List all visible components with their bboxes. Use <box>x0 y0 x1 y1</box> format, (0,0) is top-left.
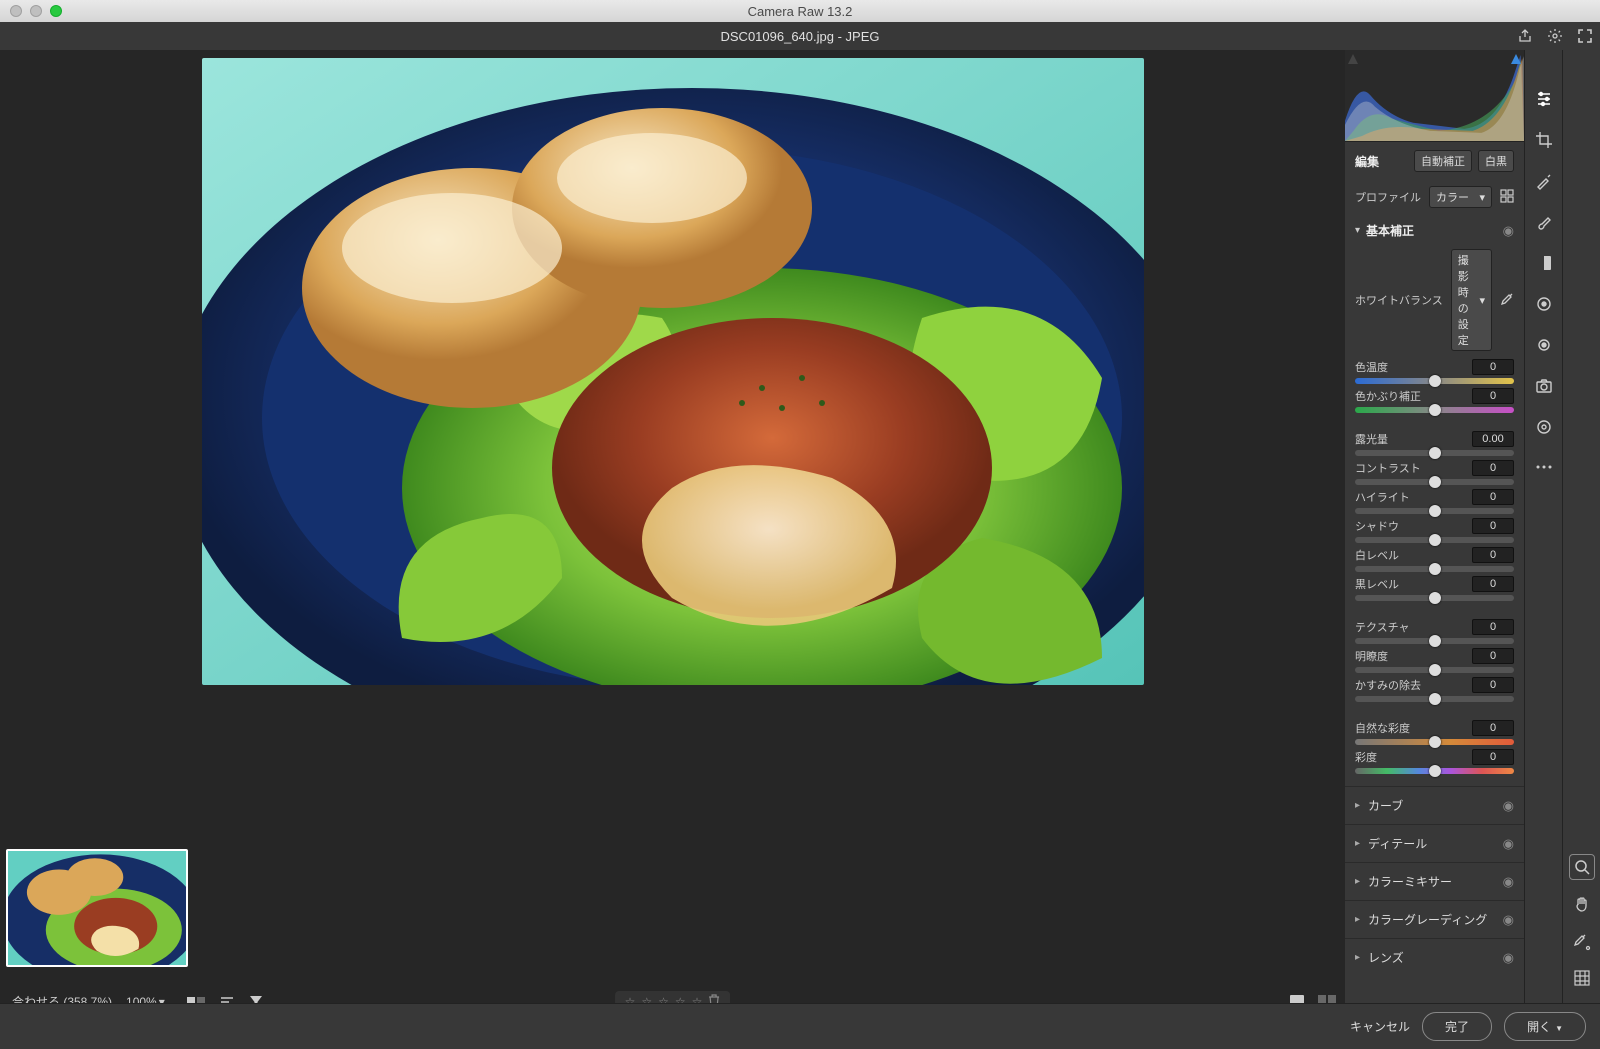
slider-thumb[interactable] <box>1429 534 1441 546</box>
image-viewer[interactable] <box>0 50 1345 841</box>
auto-button[interactable]: 自動補正 <box>1414 150 1472 172</box>
tool-strip-left <box>1524 50 1562 1049</box>
document-header: DSC01096_640.jpg - JPEG <box>0 22 1600 50</box>
grid-icon[interactable] <box>1574 970 1590 989</box>
visibility-icon[interactable]: ◉ <box>1503 798 1514 814</box>
slider-thumb[interactable] <box>1429 476 1441 488</box>
mono-button[interactable]: 白黒 <box>1478 150 1514 172</box>
redeye-icon[interactable] <box>1535 336 1553 357</box>
edit-panel: 編集 自動補正 白黒 プロファイル カラー ▾ ▾ 基本補正 ◉ <box>1345 50 1524 1049</box>
chevron-right-icon: ▸ <box>1355 876 1360 887</box>
slider-thumb[interactable] <box>1429 404 1441 416</box>
fullscreen-icon[interactable] <box>1576 27 1594 45</box>
profile-select[interactable]: カラー ▾ <box>1429 186 1492 208</box>
chevron-down-icon: ▾ <box>1479 191 1485 204</box>
detail-accordion[interactable]: ▸ディテール◉ <box>1345 824 1524 862</box>
chevron-down-icon: ▼ <box>1555 1024 1563 1033</box>
gradient-icon[interactable] <box>1535 254 1553 275</box>
edit-sliders-icon[interactable] <box>1535 90 1553 111</box>
color-mixer-accordion[interactable]: ▸カラーミキサー◉ <box>1345 862 1524 900</box>
profile-label: プロファイル <box>1355 189 1421 205</box>
exposure-slider[interactable]: 露光量0.00 <box>1355 431 1514 456</box>
dehaze-slider[interactable]: かすみの除去0 <box>1355 677 1514 702</box>
lens-accordion[interactable]: ▸レンズ◉ <box>1345 938 1524 976</box>
thumbnail-selected[interactable] <box>6 849 188 967</box>
zoom-tool-icon[interactable] <box>1569 854 1595 880</box>
main-photo <box>202 58 1144 685</box>
wb-value: 撮影時の設定 <box>1458 252 1480 348</box>
chevron-right-icon: ▸ <box>1355 800 1360 811</box>
mac-titlebar: Camera Raw 13.2 <box>0 0 1600 22</box>
color-sampler-icon[interactable] <box>1573 933 1591 954</box>
wb-select[interactable]: 撮影時の設定 ▾ <box>1451 249 1492 351</box>
color-grading-accordion[interactable]: ▸カラーグレーディング◉ <box>1345 900 1524 938</box>
hand-tool-icon[interactable] <box>1573 896 1591 917</box>
visibility-icon[interactable]: ◉ <box>1503 950 1514 966</box>
export-icon[interactable] <box>1516 27 1534 45</box>
edit-label: 編集 <box>1355 153 1379 170</box>
filmstrip <box>0 841 1345 981</box>
highlights-slider[interactable]: ハイライト0 <box>1355 489 1514 514</box>
profile-browser-icon[interactable] <box>1500 189 1514 206</box>
shadows-slider[interactable]: シャドウ0 <box>1355 518 1514 543</box>
slider-thumb[interactable] <box>1429 447 1441 459</box>
slider-thumb[interactable] <box>1429 664 1441 676</box>
chevron-down-icon: ▾ <box>1479 294 1485 307</box>
chevron-right-icon: ▸ <box>1355 914 1360 925</box>
gear-icon[interactable] <box>1546 27 1564 45</box>
histogram[interactable] <box>1345 50 1524 142</box>
slider-thumb[interactable] <box>1429 375 1441 387</box>
temperature-slider[interactable]: 色温度0 <box>1355 359 1514 384</box>
slider-thumb[interactable] <box>1429 505 1441 517</box>
tool-strip-right <box>1562 50 1600 1049</box>
curve-accordion[interactable]: ▸カーブ◉ <box>1345 786 1524 824</box>
whites-slider[interactable]: 白レベル0 <box>1355 547 1514 572</box>
slider-thumb[interactable] <box>1429 765 1441 777</box>
eyedropper-icon[interactable] <box>1500 292 1514 309</box>
slider-thumb[interactable] <box>1429 592 1441 604</box>
footer-bar: キャンセル 完了 開く▼ <box>0 1003 1600 1049</box>
wb-label: ホワイトバランス <box>1355 292 1443 308</box>
profile-value: カラー <box>1436 189 1469 205</box>
slider-thumb[interactable] <box>1429 693 1441 705</box>
contrast-slider[interactable]: コントラスト0 <box>1355 460 1514 485</box>
filename-label: DSC01096_640.jpg - JPEG <box>721 29 880 44</box>
blacks-slider[interactable]: 黒レベル0 <box>1355 576 1514 601</box>
clip-shadows-icon[interactable] <box>1348 53 1358 63</box>
chevron-right-icon: ▸ <box>1355 952 1360 963</box>
chevron-right-icon: ▸ <box>1355 838 1360 849</box>
chevron-down-icon: ▾ <box>1355 225 1360 236</box>
more-icon[interactable] <box>1535 459 1553 473</box>
visibility-icon[interactable]: ◉ <box>1503 912 1514 928</box>
heal-brush-icon[interactable] <box>1535 172 1553 193</box>
clip-highlights-icon[interactable] <box>1511 53 1521 63</box>
window-title: Camera Raw 13.2 <box>0 4 1600 19</box>
crop-icon[interactable] <box>1535 131 1553 152</box>
tint-slider[interactable]: 色かぶり補正0 <box>1355 388 1514 413</box>
visibility-icon[interactable]: ◉ <box>1503 223 1514 239</box>
slider-thumb[interactable] <box>1429 736 1441 748</box>
vibrance-slider[interactable]: 自然な彩度0 <box>1355 720 1514 745</box>
visibility-icon[interactable]: ◉ <box>1503 874 1514 890</box>
slider-thumb[interactable] <box>1429 635 1441 647</box>
visibility-icon[interactable]: ◉ <box>1503 836 1514 852</box>
clarity-slider[interactable]: 明瞭度0 <box>1355 648 1514 673</box>
preset-icon[interactable] <box>1535 418 1553 439</box>
slider-thumb[interactable] <box>1429 563 1441 575</box>
basic-section-header[interactable]: ▾ 基本補正 ◉ <box>1345 214 1524 243</box>
radial-icon[interactable] <box>1535 295 1553 316</box>
done-button[interactable]: 完了 <box>1422 1012 1492 1041</box>
snapshot-icon[interactable] <box>1535 377 1553 398</box>
cancel-button[interactable]: キャンセル <box>1350 1018 1410 1035</box>
brush-icon[interactable] <box>1535 213 1553 234</box>
basic-title: 基本補正 <box>1366 222 1497 239</box>
open-button[interactable]: 開く▼ <box>1504 1012 1586 1041</box>
saturation-slider[interactable]: 彩度0 <box>1355 749 1514 774</box>
texture-slider[interactable]: テクスチャ0 <box>1355 619 1514 644</box>
